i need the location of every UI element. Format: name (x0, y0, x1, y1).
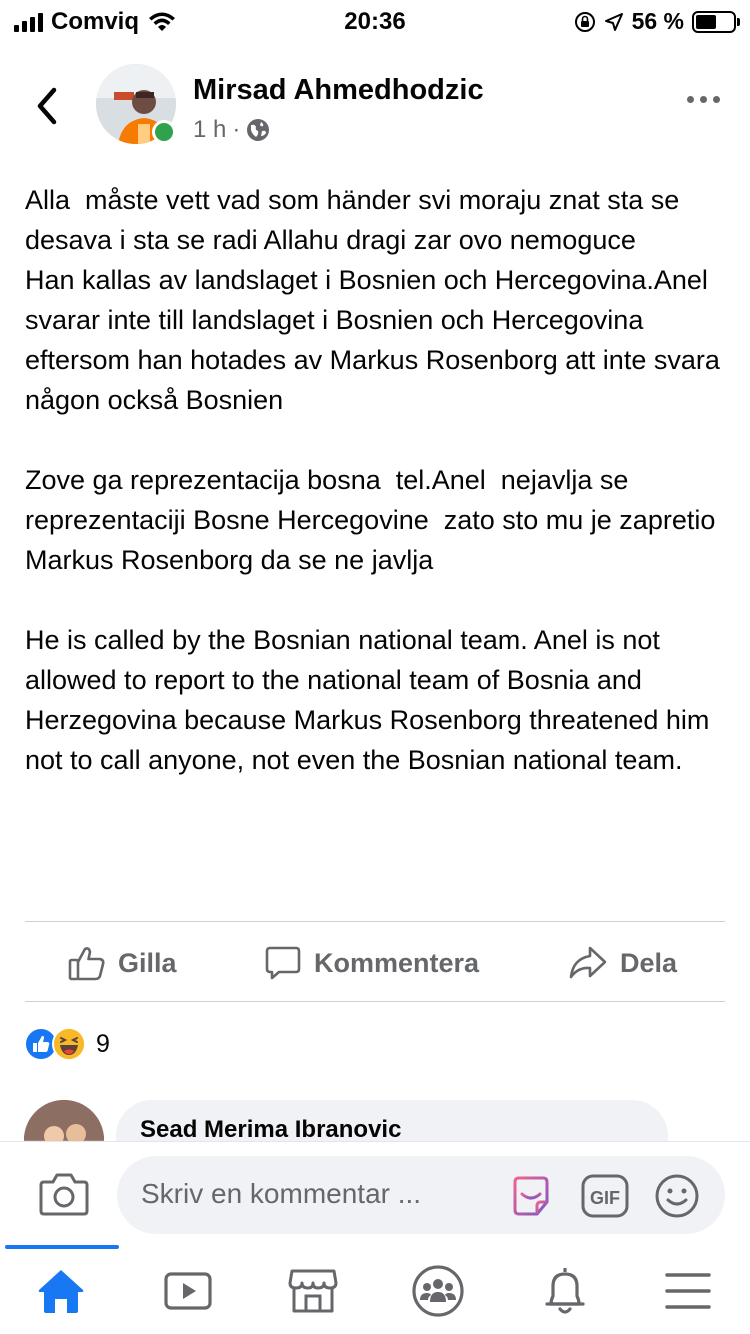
active-tab-indicator (5, 1245, 119, 1249)
comment-author[interactable]: Sead Merima Ibranovic (140, 1116, 644, 1144)
battery-icon (692, 10, 740, 33)
marketplace-icon (288, 1269, 338, 1313)
share-icon (569, 946, 607, 979)
watch-tab[interactable] (158, 1263, 218, 1319)
comment-input[interactable]: Skriv en kommentar ... GIF (117, 1156, 725, 1234)
more-options-icon[interactable] (687, 96, 720, 103)
online-status-dot (152, 120, 176, 144)
post-text: Alla måste vett vad som händer svi moraj… (25, 180, 730, 820)
notifications-icon (545, 1268, 585, 1314)
haha-reaction-icon (52, 1027, 86, 1061)
notifications-tab[interactable] (535, 1263, 595, 1319)
divider (25, 1001, 725, 1002)
comment-placeholder: Skriv en kommentar ... (141, 1178, 422, 1209)
bottom-tab-bar (0, 1245, 750, 1334)
menu-tab[interactable] (658, 1263, 718, 1319)
share-button[interactable]: Dela (568, 924, 677, 1002)
reactions-summary[interactable]: 9 (24, 1026, 110, 1062)
comment-icon (265, 946, 301, 980)
meta-separator: · (232, 116, 241, 143)
globe-icon (247, 119, 270, 141)
home-tab[interactable] (31, 1263, 91, 1319)
author-avatar[interactable] (96, 64, 176, 144)
groups-tab[interactable] (408, 1263, 468, 1319)
post-meta: 1 h · (193, 116, 270, 144)
back-icon[interactable] (30, 86, 66, 126)
share-label: Dela (620, 947, 678, 978)
thumbs-up-icon (68, 947, 105, 981)
post-actions: Gilla Kommentera Dela (0, 924, 750, 1002)
groups-icon (412, 1265, 464, 1317)
status-right: 56 % (574, 8, 740, 35)
home-icon (38, 1270, 84, 1313)
post-time[interactable]: 1 h (193, 116, 226, 144)
divider (25, 921, 725, 922)
menu-icon (665, 1273, 711, 1309)
reaction-count: 9 (96, 1029, 110, 1058)
like-label: Gilla (118, 947, 177, 978)
watch-icon (164, 1272, 212, 1310)
comment-label: Kommentera (314, 947, 480, 978)
avatar-sticker-icon[interactable] (507, 1172, 555, 1220)
post-paragraph: Zove ga reprezentacija bosna tel.Anel ne… (25, 465, 723, 575)
comment-composer: Skriv en kommentar ... GIF (0, 1141, 750, 1245)
post-paragraph: Alla måste vett vad som händer svi moraj… (25, 185, 720, 415)
emoji-icon[interactable] (653, 1172, 701, 1220)
svg-text:GIF: GIF (590, 1188, 620, 1208)
camera-icon[interactable] (38, 1170, 90, 1218)
location-icon (604, 12, 623, 31)
like-button[interactable]: Gilla (68, 924, 177, 1002)
post-header: Mirsad Ahmedhodzic 1 h · (0, 58, 750, 158)
battery-percent: 56 % (631, 8, 684, 34)
gif-icon[interactable]: GIF (581, 1172, 629, 1220)
rotation-lock-icon (574, 11, 595, 32)
author-name[interactable]: Mirsad Ahmedhodzic (193, 74, 484, 107)
post-paragraph: He is called by the Bosnian national tea… (25, 625, 717, 775)
marketplace-tab[interactable] (283, 1263, 343, 1319)
comment-button[interactable]: Kommentera (264, 924, 479, 1002)
status-bar: Comviq 20:36 56 % (0, 0, 750, 44)
